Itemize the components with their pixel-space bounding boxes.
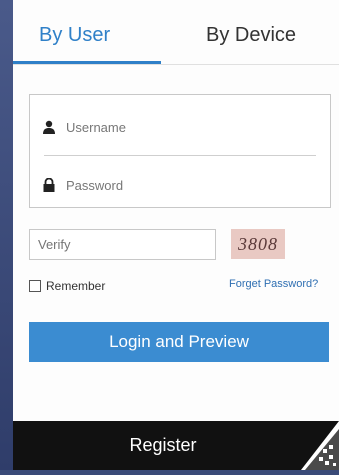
remember-checkbox[interactable] [29, 280, 41, 292]
captcha-image[interactable]: 3808 [231, 229, 285, 259]
login-panel: By User By Device Username Password Veri… [13, 0, 339, 470]
register-button[interactable]: Register [13, 435, 313, 456]
tab-by-device[interactable]: By Device [206, 24, 296, 47]
active-tab-indicator [13, 61, 161, 64]
forgot-password-link[interactable]: Forget Password? [229, 278, 318, 290]
lock-icon [42, 177, 56, 192]
login-preview-button[interactable]: Login and Preview [29, 322, 329, 362]
field-divider [44, 155, 316, 156]
tab-by-user[interactable]: By User [39, 24, 110, 47]
register-bar[interactable]: Register [13, 421, 339, 470]
credentials-box: Username Password [29, 94, 331, 208]
qr-code-corner-icon[interactable] [301, 421, 339, 470]
username-field[interactable]: Username [42, 115, 126, 139]
user-icon [42, 120, 56, 134]
password-placeholder: Password [66, 177, 124, 193]
remember-checkbox-row[interactable]: Remember [29, 279, 105, 293]
password-field[interactable]: Password [42, 173, 123, 197]
remember-label: Remember [46, 279, 106, 293]
username-placeholder: Username [66, 119, 126, 135]
login-tabs: By User By Device [13, 0, 339, 65]
verify-input[interactable] [29, 229, 216, 260]
window-edge [0, 0, 13, 470]
